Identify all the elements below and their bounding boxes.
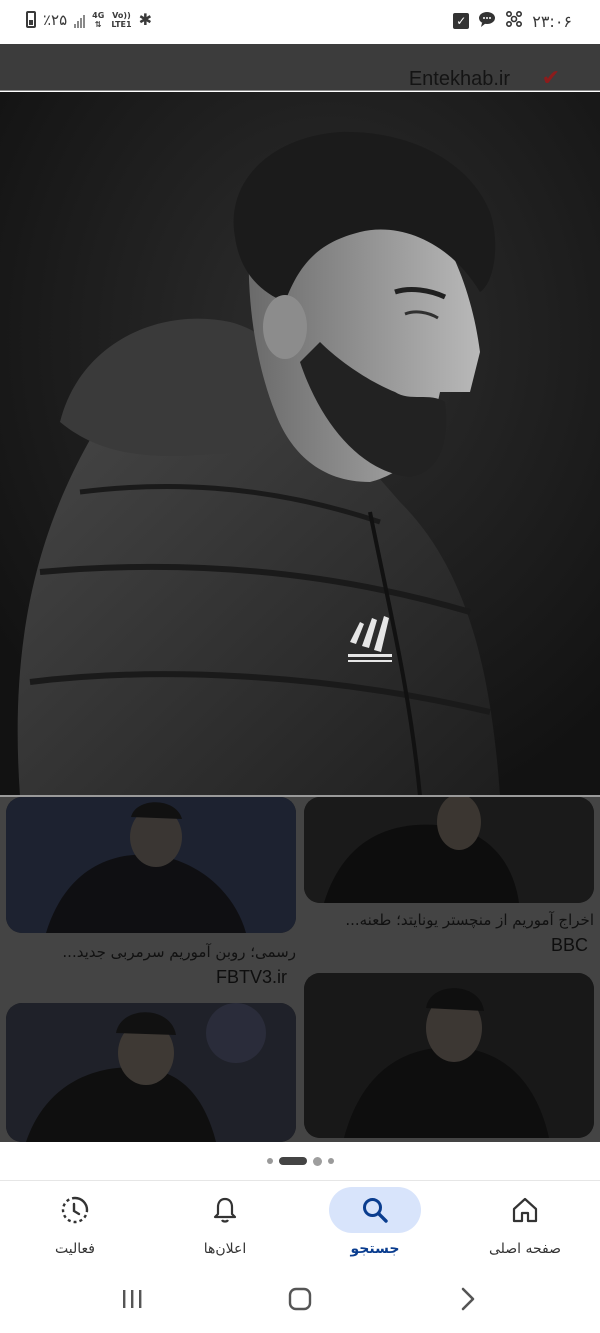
page-dot — [266, 1158, 273, 1164]
nav-activity[interactable]: فعالیت — [0, 1181, 150, 1269]
result-thumbnail-4-art — [304, 973, 594, 1138]
nav-search[interactable]: جستجو — [300, 1181, 450, 1269]
app-notification-icon — [505, 10, 523, 32]
network-indicator: 4G ⇅ — [92, 10, 105, 29]
recent-apps-icon[interactable] — [117, 1284, 147, 1314]
activity-icon — [61, 1196, 89, 1224]
result-source-2[interactable]: BBC — [551, 935, 588, 956]
source-logo-icon: ✔ — [541, 66, 560, 91]
result-title-1[interactable]: رسمی؛ روبن آموریم سرمربی جدید... — [6, 943, 296, 961]
system-navigation-bar — [0, 1268, 600, 1333]
page-indicator — [0, 1142, 600, 1180]
checkbox-notification-icon: ✓ — [453, 13, 470, 29]
clock: ۲۳:۰۶ — [532, 11, 572, 31]
bottom-navigation: فعالیت اعلان‌ها جستجو صفحه اصلی — [0, 1180, 600, 1268]
result-thumbnail-1-art — [6, 797, 296, 933]
result-thumbnail-3-art — [6, 1003, 296, 1142]
bluetooth-icon: ✱ — [138, 10, 152, 29]
main-image-illustration — [0, 92, 600, 796]
page-dot — [312, 1156, 322, 1166]
nav-home-label: صفحه اصلی — [488, 1241, 562, 1257]
nav-home[interactable]: صفحه اصلی — [450, 1181, 600, 1269]
volte-indicator: Vo)) LTE1 — [111, 10, 132, 29]
battery-percent: ٪۲۵ — [43, 10, 68, 29]
bell-icon — [213, 1197, 237, 1223]
result-thumbnail-4[interactable] — [304, 973, 594, 1138]
battery-icon — [26, 11, 36, 28]
nav-notifications-label: اعلان‌ها — [203, 1241, 247, 1257]
related-results: اخراج آموریم از منچستر یونایتد؛ طعنه... … — [0, 797, 600, 1142]
nav-activity-label: فعالیت — [55, 1241, 95, 1257]
result-thumbnail-2-art — [304, 797, 594, 903]
status-bar: ٪۲۵ 4G ⇅ Vo)) LTE1 ✱ ✓ ۲۳:۰۶ — [0, 0, 600, 44]
result-source-1[interactable]: FBTV3.ir — [216, 967, 287, 988]
result-title-2[interactable]: اخراج آموریم از منچستر یونایتد؛ طعنه... — [304, 911, 594, 929]
chat-bubble-icon — [478, 11, 496, 31]
image-viewer-header: Entekhab.ir ✔ — [0, 44, 600, 91]
back-chevron-icon[interactable] — [453, 1284, 483, 1314]
status-right: ✓ ۲۳:۰۶ — [453, 10, 572, 32]
result-thumbnail-3[interactable] — [6, 1003, 296, 1142]
nav-search-label: جستجو — [350, 1241, 400, 1257]
main-image[interactable] — [0, 92, 600, 796]
home-button-icon[interactable] — [285, 1284, 315, 1314]
signal-icon — [74, 12, 86, 28]
result-thumbnail-1[interactable] — [6, 797, 296, 933]
status-left: ٪۲۵ 4G ⇅ Vo)) LTE1 ✱ — [26, 10, 152, 29]
result-thumbnail-2[interactable] — [304, 797, 594, 903]
home-icon — [512, 1197, 538, 1223]
page-dot-active — [278, 1157, 307, 1165]
search-icon — [363, 1198, 388, 1223]
page-dot — [327, 1158, 334, 1164]
nav-notifications[interactable]: اعلان‌ها — [150, 1181, 300, 1269]
image-source-label[interactable]: Entekhab.ir — [409, 68, 510, 91]
